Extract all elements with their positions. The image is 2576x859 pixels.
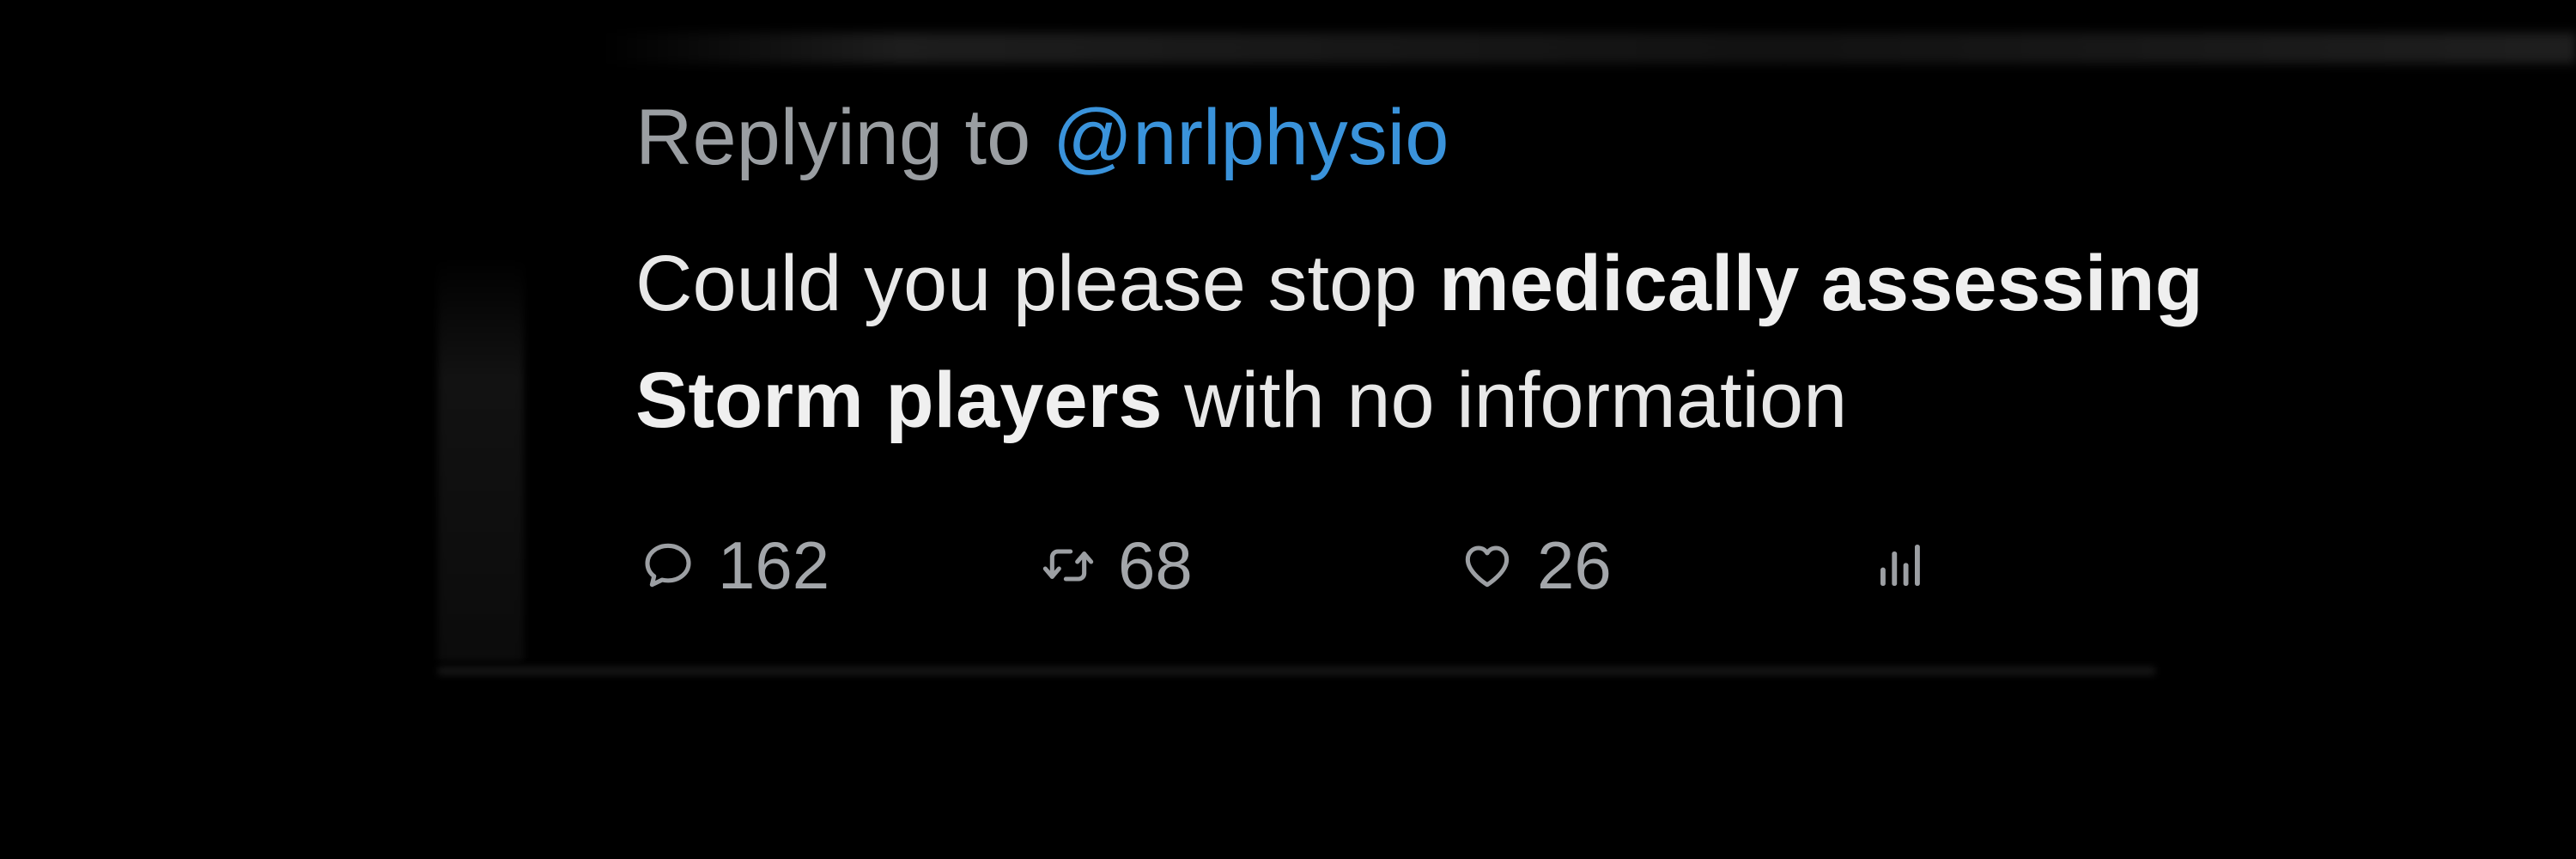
tweet-actions: 162 68 26 — [635, 522, 2009, 608]
tweet: Replying to @nrlphysio Could you please … — [635, 86, 2482, 459]
tweet-text-bold1: medically assessing — [1438, 240, 2203, 327]
tweet-text: Could you please stop medically assessin… — [635, 225, 2482, 459]
reply-handle-link[interactable]: @nrlphysio — [1053, 94, 1449, 181]
retweet-count: 68 — [1118, 527, 1193, 603]
like-button[interactable]: 26 — [1460, 522, 1612, 608]
views-chart-icon — [1874, 538, 1929, 593]
retweet-button[interactable]: 68 — [1041, 522, 1193, 608]
blurred-background-divider — [438, 667, 2155, 675]
blurred-background-panel — [438, 258, 524, 661]
replying-to-line: Replying to @nrlphysio — [635, 86, 2482, 189]
blurred-background-strip — [601, 33, 2576, 64]
reply-count: 162 — [718, 527, 830, 603]
retweet-icon — [1041, 538, 1096, 593]
replying-to-label: Replying to — [635, 94, 1053, 181]
tweet-text-part2: with no information — [1162, 356, 1848, 444]
tweet-text-part1: Could you please stop — [635, 240, 1439, 327]
like-count: 26 — [1537, 527, 1612, 603]
views-button[interactable] — [1874, 522, 1929, 608]
tweet-text-bold2: Storm players — [635, 356, 1163, 444]
reply-bubble-icon — [641, 538, 696, 593]
heart-icon — [1460, 538, 1515, 593]
screen: Replying to @nrlphysio Could you please … — [0, 0, 2576, 859]
reply-button[interactable]: 162 — [641, 522, 829, 608]
